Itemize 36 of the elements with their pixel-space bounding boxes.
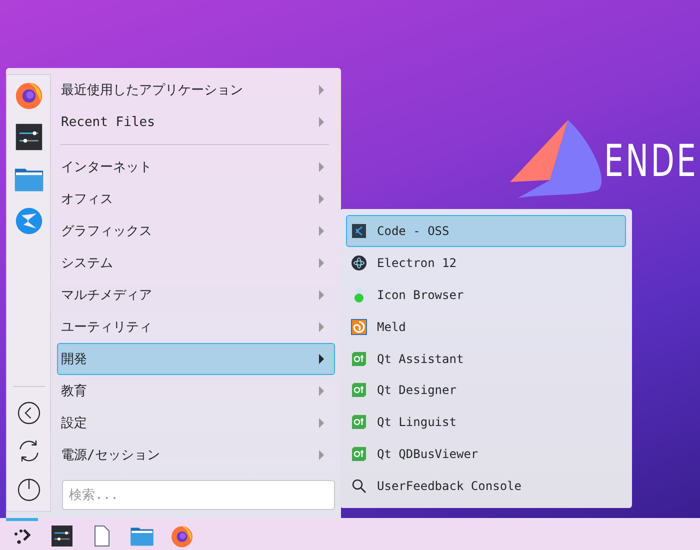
browser-icon — [14, 80, 44, 110]
atom-icon — [351, 254, 367, 271]
application-item[interactable]: UserFeedback Console — [346, 470, 626, 502]
qt-icon — [351, 414, 367, 430]
sliders-icon — [50, 524, 74, 548]
qt-icon — [351, 446, 367, 462]
code-editor-icon — [351, 222, 367, 239]
search-field[interactable]: 検索... — [62, 480, 335, 510]
category-item[interactable]: オフィス — [57, 183, 335, 215]
wallpaper-logo-text: ENDE — [604, 140, 698, 184]
browser-icon — [170, 524, 194, 548]
meld-icon — [351, 318, 367, 335]
search-icon — [351, 478, 367, 494]
application-item[interactable]: Electron 12 — [346, 246, 626, 279]
category-item[interactable]: システム — [57, 247, 335, 279]
application-item[interactable]: Qt QDBusViewer — [346, 438, 626, 470]
category-item[interactable]: 開発 — [57, 343, 335, 375]
category-item[interactable]: グラフィックス — [57, 215, 335, 247]
category-item[interactable]: Recent Files — [57, 106, 335, 138]
category-item[interactable]: ユーティリティ — [57, 311, 335, 343]
category-item[interactable]: 教育 — [57, 375, 335, 407]
application-item[interactable]: Code - OSS — [346, 215, 626, 247]
qt-icon — [351, 350, 367, 366]
application-item[interactable]: Qt Assistant — [346, 342, 626, 374]
application-item[interactable]: Icon Browser — [346, 278, 626, 311]
category-item[interactable]: 最近使用したアプリケーション — [57, 74, 335, 106]
bird-icon — [14, 206, 44, 236]
application-item[interactable]: Qt Linguist — [346, 406, 626, 438]
category-item[interactable]: インターネット — [57, 151, 335, 183]
application-item[interactable]: Qt Designer — [346, 374, 626, 406]
application-item[interactable]: Meld — [346, 310, 626, 343]
sliders-icon — [14, 122, 44, 152]
qt-icon — [351, 382, 367, 398]
category-item[interactable]: 設定 — [57, 407, 335, 439]
category-item[interactable]: 電源/セッション — [57, 439, 335, 471]
category-item[interactable]: マルチメディア — [57, 279, 335, 311]
